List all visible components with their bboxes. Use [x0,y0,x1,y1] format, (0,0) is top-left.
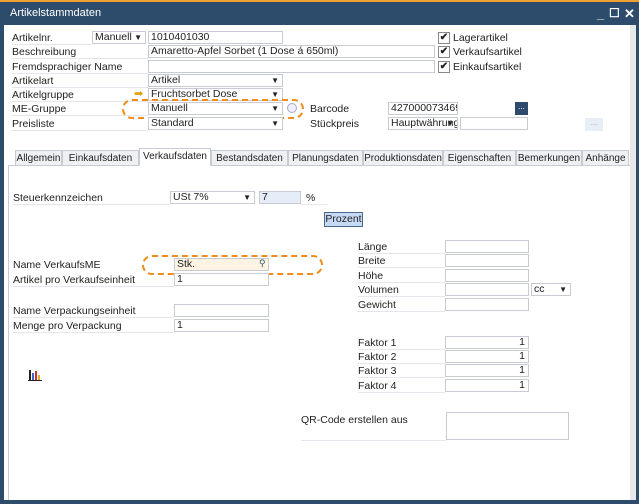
faktor-3-input[interactable]: 1 [445,364,529,377]
beschreibung-input[interactable]: Amaretto-Apfel Sorbet (1 Dose á 650ml) [148,45,435,58]
steuer-rate-input[interactable]: 7 [259,191,301,204]
faktor-4-input[interactable]: 1 [445,379,529,392]
menge-vp-input[interactable]: 1 [174,319,269,332]
qr-input[interactable] [446,412,569,440]
tab-einkaufsdaten[interactable]: Einkaufsdaten [62,150,139,166]
artikelart-label: Artikelart [12,74,148,88]
volumen-label: Volumen [358,283,445,297]
artikelart-select[interactable]: Artikel ▼ [148,74,283,87]
breite-label: Breite [358,254,445,268]
steuer-label: Steuerkennzeichen [13,191,170,205]
stueckpreis-input[interactable] [460,117,528,130]
tab-allgemein[interactable]: Allgemein [15,150,62,166]
artikel-pro-ve-input[interactable]: 1 [174,273,269,286]
artikel-pro-ve-label: Artikel pro Verkaufseinheit [13,273,174,287]
tab-anhaenge[interactable]: Anhänge [582,150,629,166]
faktor-1-input[interactable]: 1 [445,336,529,349]
artikelnr-mode-value: Manuell [95,31,132,43]
lagerartikel-label: Lagerartikel [453,32,508,44]
highlight-oval [122,99,304,119]
faktor-3-label: Faktor 3 [358,364,445,378]
stueckpreis-label: Stückpreis [310,118,360,130]
minimize-icon[interactable]: _ [597,6,604,21]
tab-produktionsdaten[interactable]: Produktionsdaten [363,150,443,166]
tab-bemerkungen[interactable]: Bemerkungen [516,150,582,166]
tab-planungsdaten[interactable]: Planungsdaten [288,150,363,166]
einkaufsartikel-label: Einkaufsartikel [453,61,522,73]
tab-eigenschaften[interactable]: Eigenschaften [443,150,516,166]
chevron-down-icon: ▼ [559,285,567,294]
gewicht-label: Gewicht [358,298,445,312]
steuer-select[interactable]: USt 7% ▼ [170,191,255,204]
lagerartikel-checkbox[interactable]: ✔ [438,32,450,44]
chevron-down-icon: ▼ [243,193,251,202]
qr-label: QR-Code erstellen aus [301,414,446,441]
laenge-input[interactable] [445,240,529,253]
tab-verkaufsdaten[interactable]: Verkaufsdaten [139,148,211,166]
barcode-browse-button[interactable]: ... [515,102,528,115]
fremdname-label: Fremdsprachiger Name [12,60,148,74]
preisliste-value: Standard [151,117,194,129]
artikelnr-input[interactable]: 1010401030 [148,31,283,44]
volumen-unit-select[interactable]: cc ▼ [531,283,571,296]
artikelnr-mode-select[interactable]: Manuell ▼ [92,31,146,44]
fremdname-input[interactable] [148,60,435,73]
faktor-2-input[interactable]: 1 [445,350,529,363]
volumen-unit-value: cc [534,283,545,295]
menge-vp-label: Menge pro Verpackung [13,319,174,333]
chevron-down-icon: ▼ [446,119,454,128]
breite-input[interactable] [445,254,529,267]
verkaufsartikel-checkbox[interactable]: ✔ [438,46,450,58]
currency-select[interactable]: Hauptwährung ▼ [388,117,458,130]
barcode-input[interactable]: 427000073469 [388,102,458,115]
volumen-input[interactable] [445,283,529,296]
chevron-down-icon: ▼ [271,119,279,128]
prozent-button[interactable]: Prozent [324,212,363,227]
chevron-down-icon: ▼ [271,76,279,85]
verkaufsartikel-label: Verkaufsartikel [453,46,522,58]
beschreibung-label: Beschreibung [12,45,148,59]
maximize-icon[interactable]: ☐ [609,6,620,20]
name-vpe-label: Name Verpackungseinheit [13,304,174,318]
title-bar: Artikelstammdaten _ ☐ ✕ [0,2,639,25]
laenge-label: Länge [358,240,445,254]
einkaufsartikel-checkbox[interactable]: ✔ [438,61,450,73]
chevron-down-icon: ▼ [134,33,142,42]
chart-icon[interactable] [28,368,42,382]
artikelnr-label: Artikelnr. [12,31,92,45]
tab-bestandsdaten[interactable]: Bestandsdaten [211,150,288,166]
faktor-1-label: Faktor 1 [358,336,445,350]
hoehe-input[interactable] [445,269,529,282]
close-icon[interactable]: ✕ [624,6,635,22]
window-title: Artikelstammdaten [10,7,102,19]
artikelart-value: Artikel [151,74,181,86]
gewicht-input[interactable] [445,298,529,311]
name-vpe-input[interactable] [174,304,269,317]
preisliste-select[interactable]: Standard ▼ [148,117,283,130]
stueckpreis-browse-button[interactable]: ... [585,118,603,131]
faktor-2-label: Faktor 2 [358,350,445,364]
steuer-value: USt 7% [173,191,209,203]
hoehe-label: Höhe [358,269,445,283]
highlight-oval [142,255,323,275]
preisliste-label: Preisliste [12,117,148,131]
percent-label: % [301,191,327,205]
barcode-label: Barcode [310,103,350,115]
scrollbar[interactable] [630,25,636,500]
faktor-4-label: Faktor 4 [358,379,445,393]
